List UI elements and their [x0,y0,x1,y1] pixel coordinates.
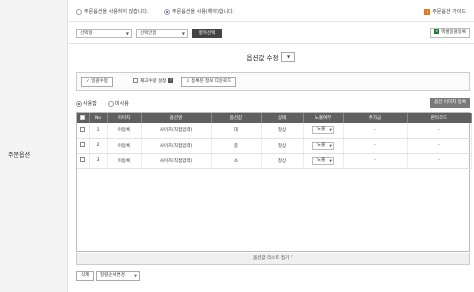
row-image[interactable]: 이등록 [107,123,142,139]
radio-on-icon [164,8,170,15]
check-icon: ✓ [86,79,90,84]
download-icon: ⇩ [186,79,190,84]
bottom-actions: 삭제 정렬순서변경 ▼ [76,271,470,283]
radio-on-icon [76,100,82,107]
checkbox-icon [80,126,86,132]
chevron-down-icon: ▼ [329,158,332,163]
row-code: - [407,123,472,139]
table-row: 2 이등록 사이즈(직접입력) 중 정상 노출 ▼ - - [77,138,472,154]
row-display-select[interactable]: 노출 ▼ [303,123,344,139]
row-status: 정상 [261,138,304,154]
option-toolbar: ✓ 일괄수정 재고수량 설정? ⇩ 등록된 정보 다운로드 [76,72,470,91]
row-option-value: 중 [211,138,262,154]
row-extra-price: - [343,153,408,169]
section-dropdown-button[interactable]: ▼ [281,52,296,62]
header-image: 이미지 [107,113,142,123]
row-extra-price: - [343,123,408,139]
chevron-down-icon: ▼ [286,54,291,59]
main-panel: 주문옵션을 사용하지 않습니다. 주문옵션을 사용(해야)합니다. i 주문옵션 … [68,0,474,292]
stock-setting-checkbox[interactable]: 재고수량 설정? [133,78,174,84]
chevron-down-icon: ▼ [181,31,185,36]
row-image[interactable]: 이등록 [107,153,142,169]
row-status: 정상 [261,123,304,139]
table-row: 3 이등록 사이즈(직접입력) 소 정상 노출 ▼ - - [77,153,472,169]
option-item-select[interactable]: 선택안함 ▼ [136,29,188,38]
row-extra-price: - [343,138,408,154]
row-checkbox[interactable] [77,123,90,139]
chevron-down-icon: ▼ [329,128,332,133]
option-type-select[interactable]: 선택형 ▼ [76,29,132,38]
header-no: No [89,113,108,123]
row-code: - [407,153,472,169]
row-option-value: 소 [211,153,262,169]
filter-row: 선택형 ▼ 선택안함 ▼ 항목선택 X 엑셀일괄등록 [68,22,474,44]
header-option-name: 옵션명 [141,113,212,123]
sort-order-select[interactable]: 정렬순서변경 ▼ [96,271,140,281]
sidebar-label: 주문옵션 [8,152,31,159]
option-usage-row: 주문옵션을 사용하지 않습니다. 주문옵션을 사용(해야)합니다. i 주문옵션 … [68,0,474,22]
header-extra-price: 추가금 [343,113,408,123]
row-code: - [407,138,472,154]
radio-use-option[interactable]: 주문옵션을 사용(해야)합니다. [164,8,234,15]
checkbox-icon [80,142,86,147]
option-image-register-button[interactable]: 옵션 이미지 등록 [430,98,470,108]
usage-filter-row: 사용함 미사용 옵션 이미지 등록 [76,98,470,110]
row-option-name: 사이즈(직접입력) [141,123,212,139]
chevron-down-icon: ▼ [134,274,137,278]
radio-used[interactable]: 사용함 [76,100,97,107]
collapse-list-button[interactable]: 옵션값 리스트 접기 ˅ [76,253,470,265]
header-display: 노출여부 [303,113,344,123]
header-option-value: 옵션값 [211,113,262,123]
download-registered-button[interactable]: ⇩ 등록된 정보 다운로드 [181,77,237,87]
row-no: 3 [89,153,108,169]
header-code: 판타코드 [407,113,472,123]
bulk-edit-button[interactable]: ✓ 일괄수정 [81,77,113,87]
excel-icon: X [434,29,440,34]
delete-button[interactable]: 삭제 [76,271,95,281]
row-display-select[interactable]: 노출 ▼ [303,138,344,154]
sidebar-column: 주문옵션 [0,0,68,292]
table-row: 1 이등록 사이즈(직접입력) 대 정상 노출 ▼ - - [77,123,472,139]
table-header-row: No 이미지 옵션명 옵션값 상태 노출여부 추가금 판타코드 [77,113,472,123]
checkbox-icon [133,78,138,83]
help-icon[interactable]: ? [168,78,174,83]
row-option-value: 대 [211,123,262,139]
row-checkbox[interactable] [77,138,90,154]
radio-off-icon [108,100,114,107]
row-checkbox[interactable] [77,153,90,169]
excel-upload-button[interactable]: X 엑셀일괄등록 [430,28,470,38]
section-title: 옵션값 수정 ▼ [68,52,474,62]
radio-off-icon [76,8,82,15]
checkbox-icon [80,157,86,162]
chevron-down-icon: ▼ [125,31,129,36]
apply-button[interactable]: 항목선택 [192,29,222,38]
row-no: 2 [89,138,108,154]
radio-no-option[interactable]: 주문옵션을 사용하지 않습니다. [76,8,149,15]
option-guide-link[interactable]: i 주문옵션 가이드 [424,8,466,15]
checkbox-icon [80,114,86,120]
row-option-name: 사이즈(직접입력) [141,138,212,154]
row-image[interactable]: 이등록 [107,138,142,154]
header-select-all[interactable] [77,113,90,123]
info-icon: i [424,8,431,15]
option-value-table: No 이미지 옵션명 옵션값 상태 노출여부 추가금 판타코드 1 이등록 사이… [76,112,472,252]
row-option-name: 사이즈(직접입력) [141,153,212,169]
row-no: 1 [89,123,108,139]
row-display-select[interactable]: 노출 ▼ [303,153,344,169]
header-status: 상태 [261,113,304,123]
chevron-down-icon: ▼ [329,143,332,148]
row-status: 정상 [261,153,304,169]
radio-unused[interactable]: 미사용 [108,100,129,107]
